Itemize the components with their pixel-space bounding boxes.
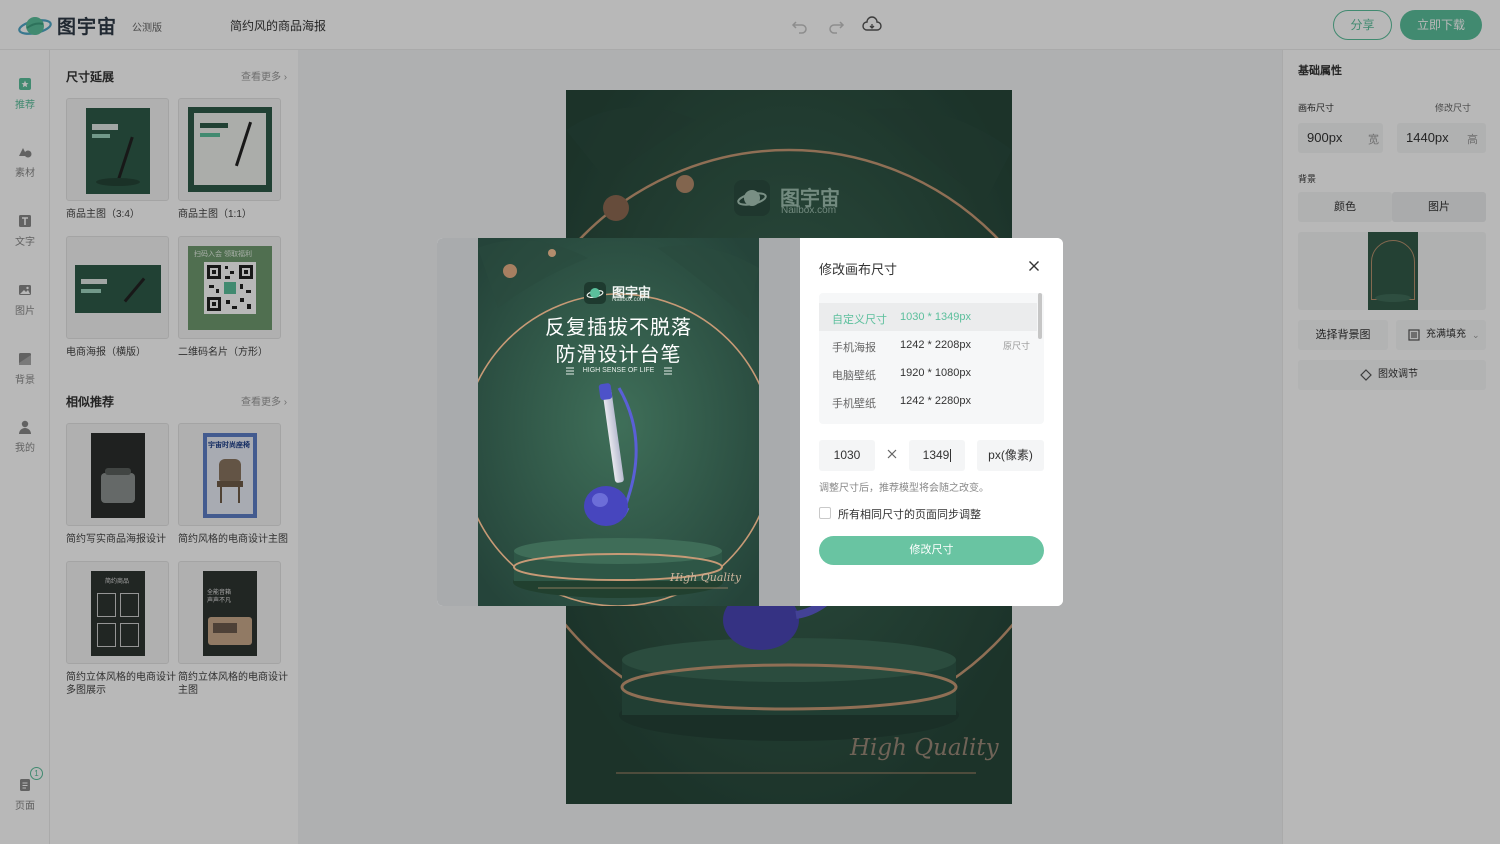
preview-domain: Naiibox.com: [612, 297, 646, 303]
height-input[interactable]: 1349: [909, 440, 965, 471]
preset-list-scrollbar[interactable]: [1038, 293, 1042, 339]
size-preset-list[interactable]: 自定义尺寸 1030 * 1349px 手机海报 1242 * 2208px 原…: [819, 293, 1044, 424]
preview-tagline: HIGH SENSE OF LIFE: [582, 367, 655, 374]
resize-submit-button[interactable]: 修改尺寸: [819, 536, 1044, 565]
resize-hint: 调整尺寸后，推荐模型将会随之改变。: [819, 483, 989, 494]
resize-preview-area: 图宇宙 Naiibox.com 反复插拔不脱落 防滑设计台笔 HIGH SENS…: [437, 238, 800, 606]
modal-title: 修改画布尺寸: [819, 262, 898, 277]
size-preset-row[interactable]: 手机壁纸 1242 * 2280px: [819, 387, 1037, 415]
preview-headline-1: 反复插拔不脱落: [545, 317, 692, 339]
resize-preview-image: 图宇宙 Naiibox.com 反复插拔不脱落 防滑设计台笔 HIGH SENS…: [478, 238, 759, 606]
resize-form: 修改画布尺寸 自定义尺寸 1030 * 1349px 手机海报 1242 * 2…: [800, 238, 1063, 606]
original-size-tag: 原尺寸: [1003, 341, 1031, 351]
size-preset-row[interactable]: 手机海报 1242 * 2208px 原尺寸: [819, 331, 1037, 359]
sync-pages-label[interactable]: 所有相同尺寸的页面同步调整: [838, 506, 981, 522]
sync-pages-checkbox[interactable]: [819, 507, 831, 519]
size-preset-row[interactable]: 电脑壁纸 1920 * 1080px: [819, 359, 1037, 387]
preview-logo-icon: [584, 282, 606, 304]
multiply-icon: [887, 449, 897, 459]
preview-script-text: High Quality: [670, 571, 742, 584]
size-preset-row[interactable]: 自定义尺寸 1030 * 1349px: [819, 303, 1037, 331]
resize-canvas-modal: 图宇宙 Naiibox.com 反复插拔不脱落 防滑设计台笔 HIGH SENS…: [437, 238, 1063, 606]
close-icon[interactable]: [1026, 258, 1042, 274]
unit-select[interactable]: px(像素): [977, 440, 1044, 471]
width-input[interactable]: 1030: [819, 440, 875, 471]
preview-headline-2: 防滑设计台笔: [555, 344, 682, 366]
